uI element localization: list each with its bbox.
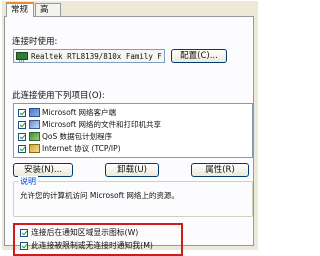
components-list[interactable]: Microsoft 网络客户端 Microsoft 网络的文件和打印机共享 Qo… [13,103,253,158]
component-checkbox[interactable] [18,120,26,129]
description-group: 说明 允许您的计算机访问 Microsoft 网络上的资源。 [13,176,253,217]
network-client-icon [29,108,40,117]
show-icon-option[interactable]: 连接后在通知区域显示图标(W) [20,227,138,238]
tcp-ip-protocol-icon [29,144,40,153]
adapter-field: Realtek RTL8139/810x Family F [13,49,165,63]
notify-checkbox[interactable] [20,241,28,250]
component-label: QoS 数据包计划程序 [42,132,113,141]
notify-label: 此连接被限制或无连接时通知我(M) [31,241,153,250]
properties-button[interactable]: 属性(R) [191,163,249,177]
component-label: Internet 协议 (TCP/IP) [42,144,121,153]
component-checkbox[interactable] [18,108,26,117]
component-label: Microsoft 网络客户端 [42,108,117,117]
qos-scheduler-icon [29,132,40,141]
network-adapter-icon [16,52,28,62]
component-label: Microsoft 网络的文件和打印机共享 [42,120,162,129]
list-item[interactable]: Microsoft 网络客户端 [18,107,116,118]
connection-properties-dialog: 常规 高级 连接时使用: Realtek RTL8139/810x Family… [2,1,258,256]
description-text: 允许您的计算机访问 Microsoft 网络上的资源。 [20,191,179,200]
install-button[interactable]: 安装(N)... [13,163,73,177]
list-item[interactable]: Microsoft 网络的文件和打印机共享 [18,119,161,130]
component-checkbox[interactable] [18,144,26,153]
general-panel: 连接时使用: Realtek RTL8139/810x Family F 配置(… [4,16,254,256]
tab-general[interactable]: 常规 [6,2,34,17]
items-section-label: 此连接使用下列项目(O): [12,91,105,101]
list-item[interactable]: Internet 协议 (TCP/IP) [18,143,121,154]
uninstall-button[interactable]: 卸载(U) [105,163,159,177]
show-icon-checkbox[interactable] [20,228,28,237]
configure-button[interactable]: 配置(C)... [171,49,227,63]
adapter-name: Realtek RTL8139/810x Family F [31,51,162,61]
description-title: 说明 [18,176,38,187]
tab-advanced[interactable]: 高级 [35,3,61,28]
connect-using-label: 连接时使用: [12,37,58,47]
component-checkbox[interactable] [18,132,26,141]
file-printer-sharing-icon [29,120,40,129]
list-item[interactable]: QoS 数据包计划程序 [18,131,112,142]
show-icon-label: 连接后在通知区域显示图标(W) [31,228,139,237]
notify-option[interactable]: 此连接被限制或无连接时通知我(M) [20,240,153,251]
